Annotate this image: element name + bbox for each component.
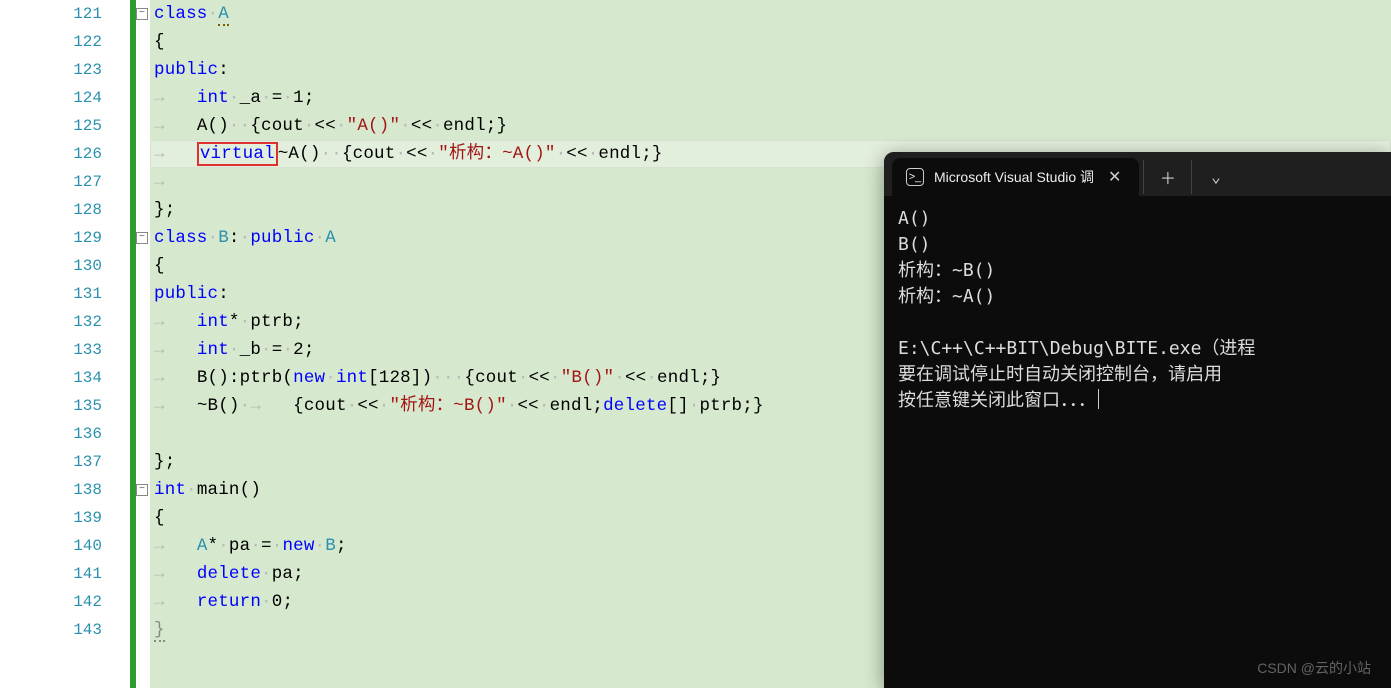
watermark: CSDN @云的小站 — [1257, 658, 1371, 678]
line-number: 139 — [0, 504, 102, 532]
terminal-output-text: A() B() 析构：~B() 析构：~A() E:\C++\C++BIT\De… — [898, 208, 1266, 411]
terminal-app-icon: >_ — [906, 168, 924, 186]
line-number: 123 — [0, 56, 102, 84]
line-number-gutter: 1211221231241251261271281291301311321331… — [0, 0, 130, 688]
tab-dropdown-button[interactable]: ⌄ — [1191, 160, 1239, 194]
terminal-tab-title: Microsoft Visual Studio 调 — [934, 167, 1094, 187]
line-number: 142 — [0, 588, 102, 616]
line-number: 129 — [0, 224, 102, 252]
line-number: 124 — [0, 84, 102, 112]
line-number: 138 — [0, 476, 102, 504]
terminal-window: >_ Microsoft Visual Studio 调 ✕ ＋ ⌄ A() B… — [884, 152, 1391, 688]
line-number: 137 — [0, 448, 102, 476]
terminal-tab[interactable]: >_ Microsoft Visual Studio 调 ✕ — [892, 158, 1139, 196]
terminal-tab-actions: ＋ ⌄ — [1143, 152, 1239, 196]
line-number: 134 — [0, 364, 102, 392]
line-number: 133 — [0, 336, 102, 364]
fold-column[interactable]: − − − — [136, 0, 150, 688]
terminal-cursor — [1098, 389, 1099, 409]
fold-toggle[interactable]: − — [136, 8, 148, 20]
line-number: 126 — [0, 140, 102, 168]
code-line[interactable]: { — [150, 28, 1391, 56]
line-number: 136 — [0, 420, 102, 448]
new-tab-button[interactable]: ＋ — [1143, 160, 1191, 194]
close-tab-icon[interactable]: ✕ — [1104, 167, 1125, 187]
line-number: 127 — [0, 168, 102, 196]
chevron-down-icon: ⌄ — [1211, 167, 1221, 187]
line-number: 140 — [0, 532, 102, 560]
line-number: 132 — [0, 308, 102, 336]
fold-toggle[interactable]: − — [136, 232, 148, 244]
line-number: 122 — [0, 28, 102, 56]
code-line[interactable]: public: — [150, 56, 1391, 84]
line-number: 141 — [0, 560, 102, 588]
terminal-output[interactable]: A() B() 析构：~B() 析构：~A() E:\C++\C++BIT\De… — [884, 196, 1391, 688]
line-number: 128 — [0, 196, 102, 224]
line-number: 121 — [0, 0, 102, 28]
line-number: 130 — [0, 252, 102, 280]
line-number: 143 — [0, 616, 102, 644]
code-line[interactable]: → int·_a·=·1; — [150, 84, 1391, 112]
line-number: 131 — [0, 280, 102, 308]
fold-toggle[interactable]: − — [136, 484, 148, 496]
code-line[interactable]: class·A — [150, 0, 1391, 28]
line-number: 125 — [0, 112, 102, 140]
code-line[interactable]: → A()··{cout·<<·"A()"·<<·endl;} — [150, 112, 1391, 140]
terminal-titlebar[interactable]: >_ Microsoft Visual Studio 调 ✕ ＋ ⌄ — [884, 152, 1391, 196]
line-number: 135 — [0, 392, 102, 420]
